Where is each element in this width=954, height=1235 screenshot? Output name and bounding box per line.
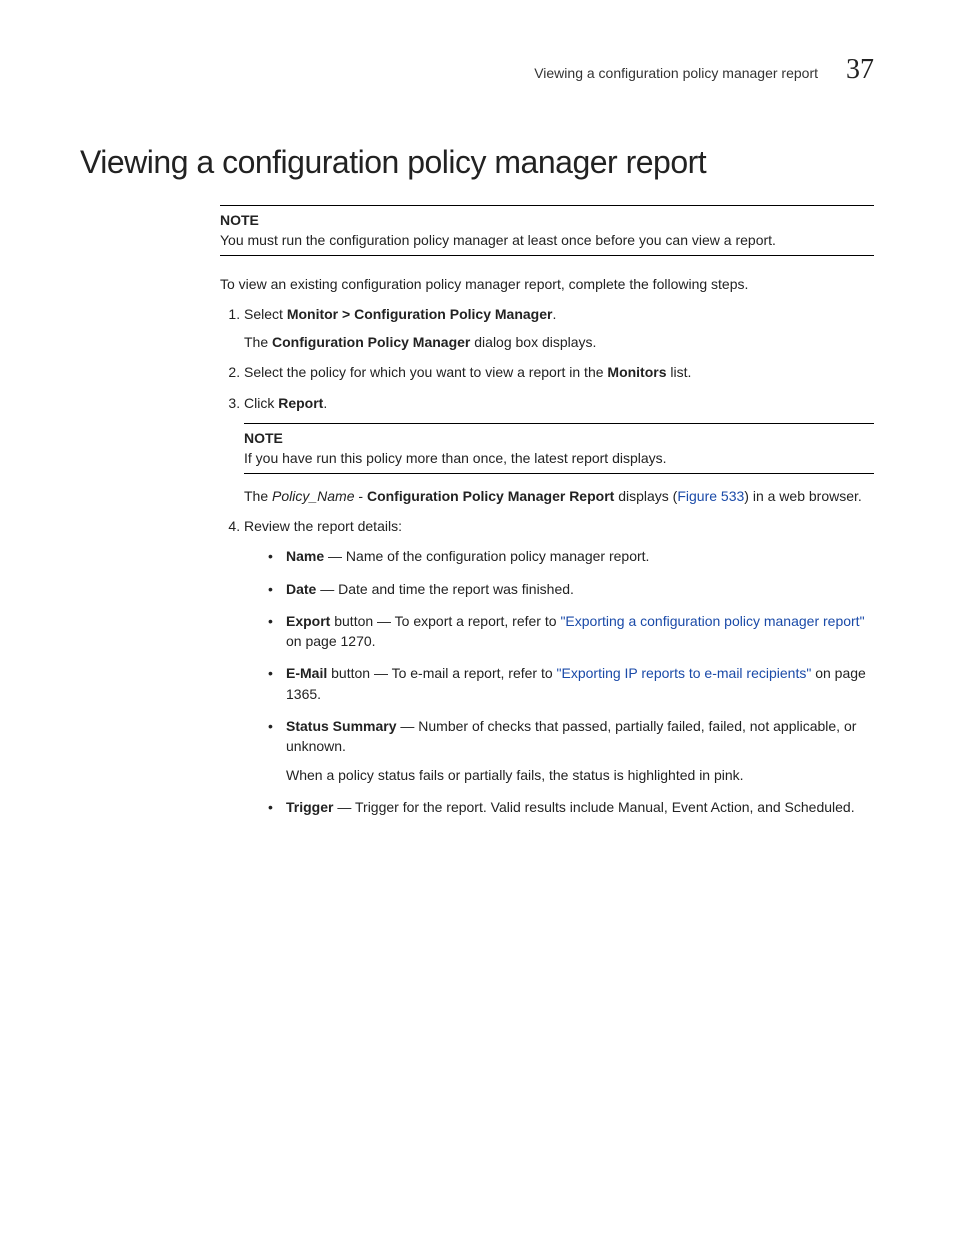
step3-note: NOTE If you have run this policy more th…	[244, 423, 874, 474]
step3-result: The Policy_Name - Configuration Policy M…	[244, 486, 874, 506]
export-link[interactable]: "Exporting a configuration policy manage…	[560, 613, 864, 629]
bullet-status-extra: When a policy status fails or partially …	[286, 765, 874, 785]
step1-suffix: .	[552, 306, 556, 322]
step-3: Click Report. NOTE If you have run this …	[244, 393, 874, 506]
step4-text: Review the report details:	[244, 518, 402, 534]
step1-sub-prefix: The	[244, 334, 272, 350]
step3-after-suffix: ) in a web browser.	[744, 488, 862, 504]
bullet-trigger-bold: Trigger	[286, 799, 333, 815]
running-title: Viewing a configuration policy manager r…	[534, 63, 818, 83]
bullet-email: E-Mail button — To e-mail a report, refe…	[272, 663, 874, 704]
bullet-trigger-rest: — Trigger for the report. Valid results …	[333, 799, 854, 815]
page-title: Viewing a configuration policy manager r…	[80, 139, 874, 185]
step3-suffix: .	[323, 395, 327, 411]
bullet-date-bold: Date	[286, 581, 316, 597]
step3-after-mid: -	[355, 488, 367, 504]
chapter-number: 37	[846, 50, 874, 91]
bullet-status: Status Summary — Number of checks that p…	[272, 716, 874, 785]
page: Viewing a configuration policy manager r…	[0, 0, 954, 1235]
step3-after-mid2: displays (	[614, 488, 677, 504]
bullet-name-bold: Name	[286, 548, 324, 564]
step1-prefix: Select	[244, 306, 287, 322]
note-label: NOTE	[220, 210, 874, 230]
step1-sub-bold: Configuration Policy Manager	[272, 334, 470, 350]
step3-prefix: Click	[244, 395, 278, 411]
note-rule-top	[220, 205, 874, 206]
bullet-list: Name — Name of the configuration policy …	[244, 546, 874, 817]
running-header: Viewing a configuration policy manager r…	[80, 50, 874, 91]
bullet-export: Export button — To export a report, refe…	[272, 611, 874, 652]
step2-bold: Monitors	[607, 364, 666, 380]
step1-result: The Configuration Policy Manager dialog …	[244, 332, 874, 352]
bullet-name: Name — Name of the configuration policy …	[272, 546, 874, 566]
intro-text: To view an existing configuration policy…	[220, 274, 874, 294]
note2-rule-top	[244, 423, 874, 424]
step3-after-italic: Policy_Name	[272, 488, 354, 504]
note-body: You must run the configuration policy ma…	[220, 230, 874, 250]
step1-bold: Monitor > Configuration Policy Manager	[287, 306, 553, 322]
note-rule-bottom	[220, 255, 874, 256]
bullet-email-mid: button — To e-mail a report, refer to	[327, 665, 556, 681]
bullet-trigger: Trigger — Trigger for the report. Valid …	[272, 797, 874, 817]
step3-after-prefix: The	[244, 488, 272, 504]
figure-link[interactable]: Figure 533	[677, 488, 744, 504]
bullet-name-rest: — Name of the configuration policy manag…	[324, 548, 649, 564]
bullet-export-bold: Export	[286, 613, 330, 629]
bullet-status-bold: Status Summary	[286, 718, 396, 734]
step-2: Select the policy for which you want to …	[244, 362, 874, 382]
bullet-date: Date — Date and time the report was fini…	[272, 579, 874, 599]
note2-body: If you have run this policy more than on…	[244, 448, 874, 468]
steps-list: Select Monitor > Configuration Policy Ma…	[220, 304, 874, 817]
bullet-export-mid: button — To export a report, refer to	[330, 613, 560, 629]
bullet-email-bold: E-Mail	[286, 665, 327, 681]
step3-bold: Report	[278, 395, 323, 411]
step3-after-bold: Configuration Policy Manager Report	[367, 488, 614, 504]
step-1: Select Monitor > Configuration Policy Ma…	[244, 304, 874, 353]
main-content: NOTE You must run the configuration poli…	[220, 205, 874, 817]
step2-prefix: Select the policy for which you want to …	[244, 364, 607, 380]
step-4: Review the report details: Name — Name o…	[244, 516, 874, 817]
bullet-export-tail: on page 1270.	[286, 633, 376, 649]
step2-suffix: list.	[667, 364, 692, 380]
note2-rule-bottom	[244, 473, 874, 474]
bullet-date-rest: — Date and time the report was finished.	[316, 581, 574, 597]
note2-label: NOTE	[244, 428, 874, 448]
email-link[interactable]: "Exporting IP reports to e-mail recipien…	[557, 665, 812, 681]
step1-sub-suffix: dialog box displays.	[470, 334, 596, 350]
